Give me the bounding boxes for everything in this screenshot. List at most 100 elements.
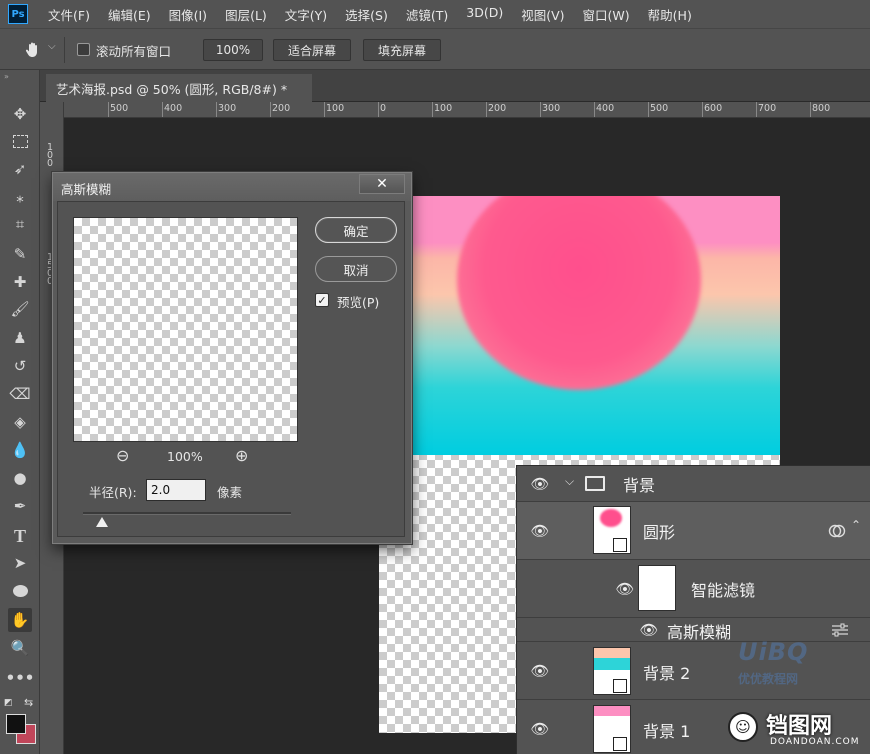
clone-stamp-tool-icon[interactable]: ♟: [8, 326, 32, 350]
close-icon[interactable]: ✕: [359, 174, 405, 194]
zoom-in-icon[interactable]: ⊕: [235, 446, 248, 465]
ruler-label: 500: [650, 103, 669, 114]
fill-screen-button[interactable]: 填充屏幕: [363, 39, 441, 61]
layer-row-bg2[interactable]: 👁 背景 2: [517, 642, 870, 700]
path-selection-tool-icon[interactable]: ➤: [8, 551, 32, 575]
zoom-tool-icon[interactable]: 🔍: [8, 636, 32, 660]
menu-view[interactable]: 视图(V): [521, 5, 564, 24]
move-tool-icon[interactable]: ✥: [8, 102, 32, 126]
menu-type[interactable]: 文字(Y): [285, 5, 327, 24]
thumb-band-pink: [594, 706, 630, 716]
layer-row-smart-filters[interactable]: 👁 智能滤镜: [517, 560, 870, 618]
ruler-label: 200: [488, 103, 507, 114]
radius-input[interactable]: [146, 479, 206, 501]
menu-3d[interactable]: 3D(D): [466, 5, 503, 24]
type-tool-icon[interactable]: T: [8, 524, 32, 548]
smart-object-badge-icon: [613, 538, 627, 552]
smart-filter-icon[interactable]: [828, 522, 846, 540]
ruler-tick: [810, 102, 811, 117]
dialog-body: 确定 取消 ✓ 预览(P) ⊖ 100% ⊕ 半径(R): 像素: [57, 201, 405, 537]
dialog-title-bar[interactable]: 高斯模糊: [53, 173, 411, 201]
thumb-band-peach: [594, 648, 630, 658]
options-bar: ⌵ 滚动所有窗口 100% 适合屏幕 填充屏幕: [0, 28, 870, 70]
fit-screen-button[interactable]: 适合屏幕: [273, 39, 351, 61]
zoom-out-icon[interactable]: ⊖: [116, 446, 129, 465]
healing-brush-tool-icon[interactable]: ✚: [8, 270, 32, 294]
default-colors-icon[interactable]: ◩: [4, 698, 13, 708]
menu-help[interactable]: 帮助(H): [648, 5, 692, 24]
hand-tool-icon[interactable]: ✋: [8, 608, 32, 632]
magic-wand-tool-icon[interactable]: ⁎: [8, 185, 32, 209]
layer-row-circle[interactable]: 👁 圆形 ⌃: [517, 502, 870, 560]
collapse-effects-chevron-icon[interactable]: ⌃: [851, 518, 861, 532]
visibility-eye-icon[interactable]: 👁: [529, 720, 551, 738]
ruler-tick: [108, 102, 109, 117]
cancel-button[interactable]: 取消: [315, 256, 397, 282]
dodge-tool-icon[interactable]: ●: [8, 466, 32, 490]
collapse-panel-icon[interactable]: »: [4, 72, 9, 81]
layer-row-gaussian-blur[interactable]: 👁 高斯模糊: [517, 618, 870, 642]
zoom-100-button[interactable]: 100%: [203, 39, 263, 61]
layer-name: 智能滤镜: [691, 581, 756, 600]
preview-checkbox[interactable]: ✓: [315, 293, 329, 307]
visibility-eye-icon[interactable]: 👁: [529, 662, 551, 680]
more-tools-icon[interactable]: •••: [6, 666, 35, 690]
ruler-tick: [216, 102, 217, 117]
eraser-tool-icon[interactable]: ⌫: [8, 382, 32, 406]
filter-mask-thumbnail[interactable]: [638, 565, 676, 611]
ruler-label: 400: [596, 103, 615, 114]
photoshop-logo-icon[interactable]: Ps: [8, 4, 28, 24]
menu-window[interactable]: 窗口(W): [583, 5, 630, 24]
layer-row-group[interactable]: 👁 ⌵ 背景: [517, 466, 870, 502]
ruler-tick: [702, 102, 703, 117]
menu-layer[interactable]: 图层(L): [225, 5, 267, 24]
menu-image[interactable]: 图像(I): [169, 5, 207, 24]
menu-filter[interactable]: 滤镜(T): [406, 5, 448, 24]
visibility-eye-icon[interactable]: 👁: [614, 580, 636, 598]
tool-preset-chevron-down-icon[interactable]: ⌵: [48, 41, 56, 52]
pen-tool-icon[interactable]: ✒: [8, 494, 32, 518]
visibility-eye-icon[interactable]: 👁: [638, 621, 660, 639]
artwork-gradient-background: [379, 196, 780, 455]
gaussian-blur-dialog: 高斯模糊 ✕ 确定 取消 ✓ 预览(P) ⊖ 100% ⊕ 半径(R): 像素: [52, 172, 412, 544]
document-tab[interactable]: 艺术海报.psd @ 50% (圆形, RGB/8#) *: [46, 74, 312, 102]
ruler-label: 0: [47, 158, 54, 169]
history-brush-tool-icon[interactable]: ↺: [8, 354, 32, 378]
brand-logo-icon: ☺: [728, 712, 758, 742]
radius-slider-track[interactable]: [83, 512, 291, 515]
ruler-label: 300: [542, 103, 561, 114]
layer-name: 背景 2: [643, 664, 691, 683]
visibility-eye-icon[interactable]: 👁: [529, 475, 551, 493]
ruler-label: 800: [812, 103, 831, 114]
blending-options-icon[interactable]: [830, 622, 850, 638]
lasso-tool-icon[interactable]: ➶: [8, 157, 32, 181]
ruler-label: 400: [164, 103, 183, 114]
hand-icon[interactable]: [22, 39, 44, 61]
visibility-eye-icon[interactable]: 👁: [529, 522, 551, 540]
document-tab-title: 艺术海报.psd @ 50% (圆形, RGB/8#) *: [56, 81, 288, 97]
ruler-label: 0: [380, 103, 387, 114]
foreground-color-swatch[interactable]: [6, 714, 26, 734]
menu-file[interactable]: 文件(F): [48, 5, 90, 24]
group-expand-chevron-icon[interactable]: ⌵: [565, 474, 574, 489]
ok-button[interactable]: 确定: [315, 217, 397, 243]
ruler-tick: [432, 102, 433, 117]
menu-select[interactable]: 选择(S): [345, 5, 388, 24]
ruler-label: 300: [218, 103, 237, 114]
blur-tool-icon[interactable]: 💧: [8, 438, 32, 462]
ruler-label: 200: [272, 103, 291, 114]
ellipse-tool-icon[interactable]: [8, 579, 32, 603]
blur-preview[interactable]: [73, 217, 298, 442]
menu-edit[interactable]: 编辑(E): [108, 5, 151, 24]
ruler-tick: [594, 102, 595, 117]
crop-tool-icon[interactable]: ⌗: [8, 212, 32, 236]
layer-name: 圆形: [643, 523, 676, 542]
brush-tool-icon[interactable]: 🖌: [8, 297, 32, 321]
scroll-all-windows-checkbox[interactable]: [77, 43, 90, 56]
ruler-label: 100: [434, 103, 453, 114]
paint-bucket-tool-icon[interactable]: ◈: [8, 410, 32, 434]
swap-colors-icon[interactable]: ⇆: [24, 696, 33, 709]
radius-slider-thumb[interactable]: [95, 517, 108, 527]
eyedropper-tool-icon[interactable]: ✎: [8, 242, 32, 266]
marquee-tool-icon[interactable]: [8, 129, 32, 153]
